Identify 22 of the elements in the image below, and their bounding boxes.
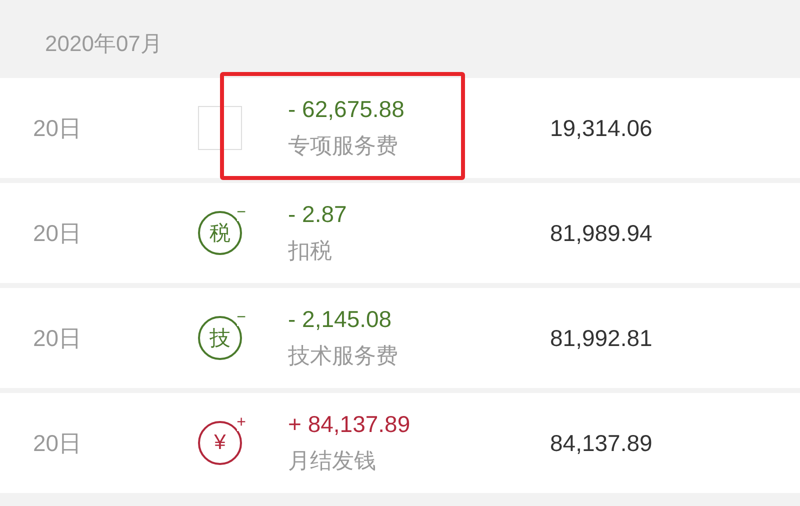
transaction-row[interactable]: 20日 ¥ + + 84,137.89 月结发钱 84,137.89 [0, 393, 800, 493]
balance: 81,989.94 [550, 220, 652, 246]
amount: - 2,145.08 [288, 306, 393, 332]
day-label: 20日 [32, 114, 83, 142]
month-header: 2020年07月 [45, 30, 162, 58]
description: 月结发钱 [288, 446, 377, 474]
balance: 81,992.81 [550, 324, 652, 352]
transaction-row[interactable]: 20日 技 − - 2,145.08 技术服务费 81,992.81 [0, 288, 800, 388]
description: 扣税 [288, 236, 333, 264]
day-label: 20日 [32, 324, 83, 352]
amount: - 2.87 [288, 200, 348, 228]
amount: - 62,675.88 [288, 96, 406, 122]
balance: 84,137.89 [550, 430, 652, 456]
amount: + 84,137.89 [288, 410, 412, 438]
day-label: 20日 [32, 428, 83, 458]
balance: 19,314.06 [550, 114, 652, 142]
day-label: 20日 [32, 218, 83, 248]
transaction-row[interactable]: 20日 - 62,675.88 专项服务费 19,314.06 [0, 78, 800, 178]
description: 技术服务费 [288, 342, 399, 370]
transaction-row[interactable]: 20日 税 − - 2.87 扣税 81,989.94 [0, 183, 800, 283]
description: 专项服务费 [288, 132, 399, 160]
image-placeholder-icon [198, 106, 242, 150]
